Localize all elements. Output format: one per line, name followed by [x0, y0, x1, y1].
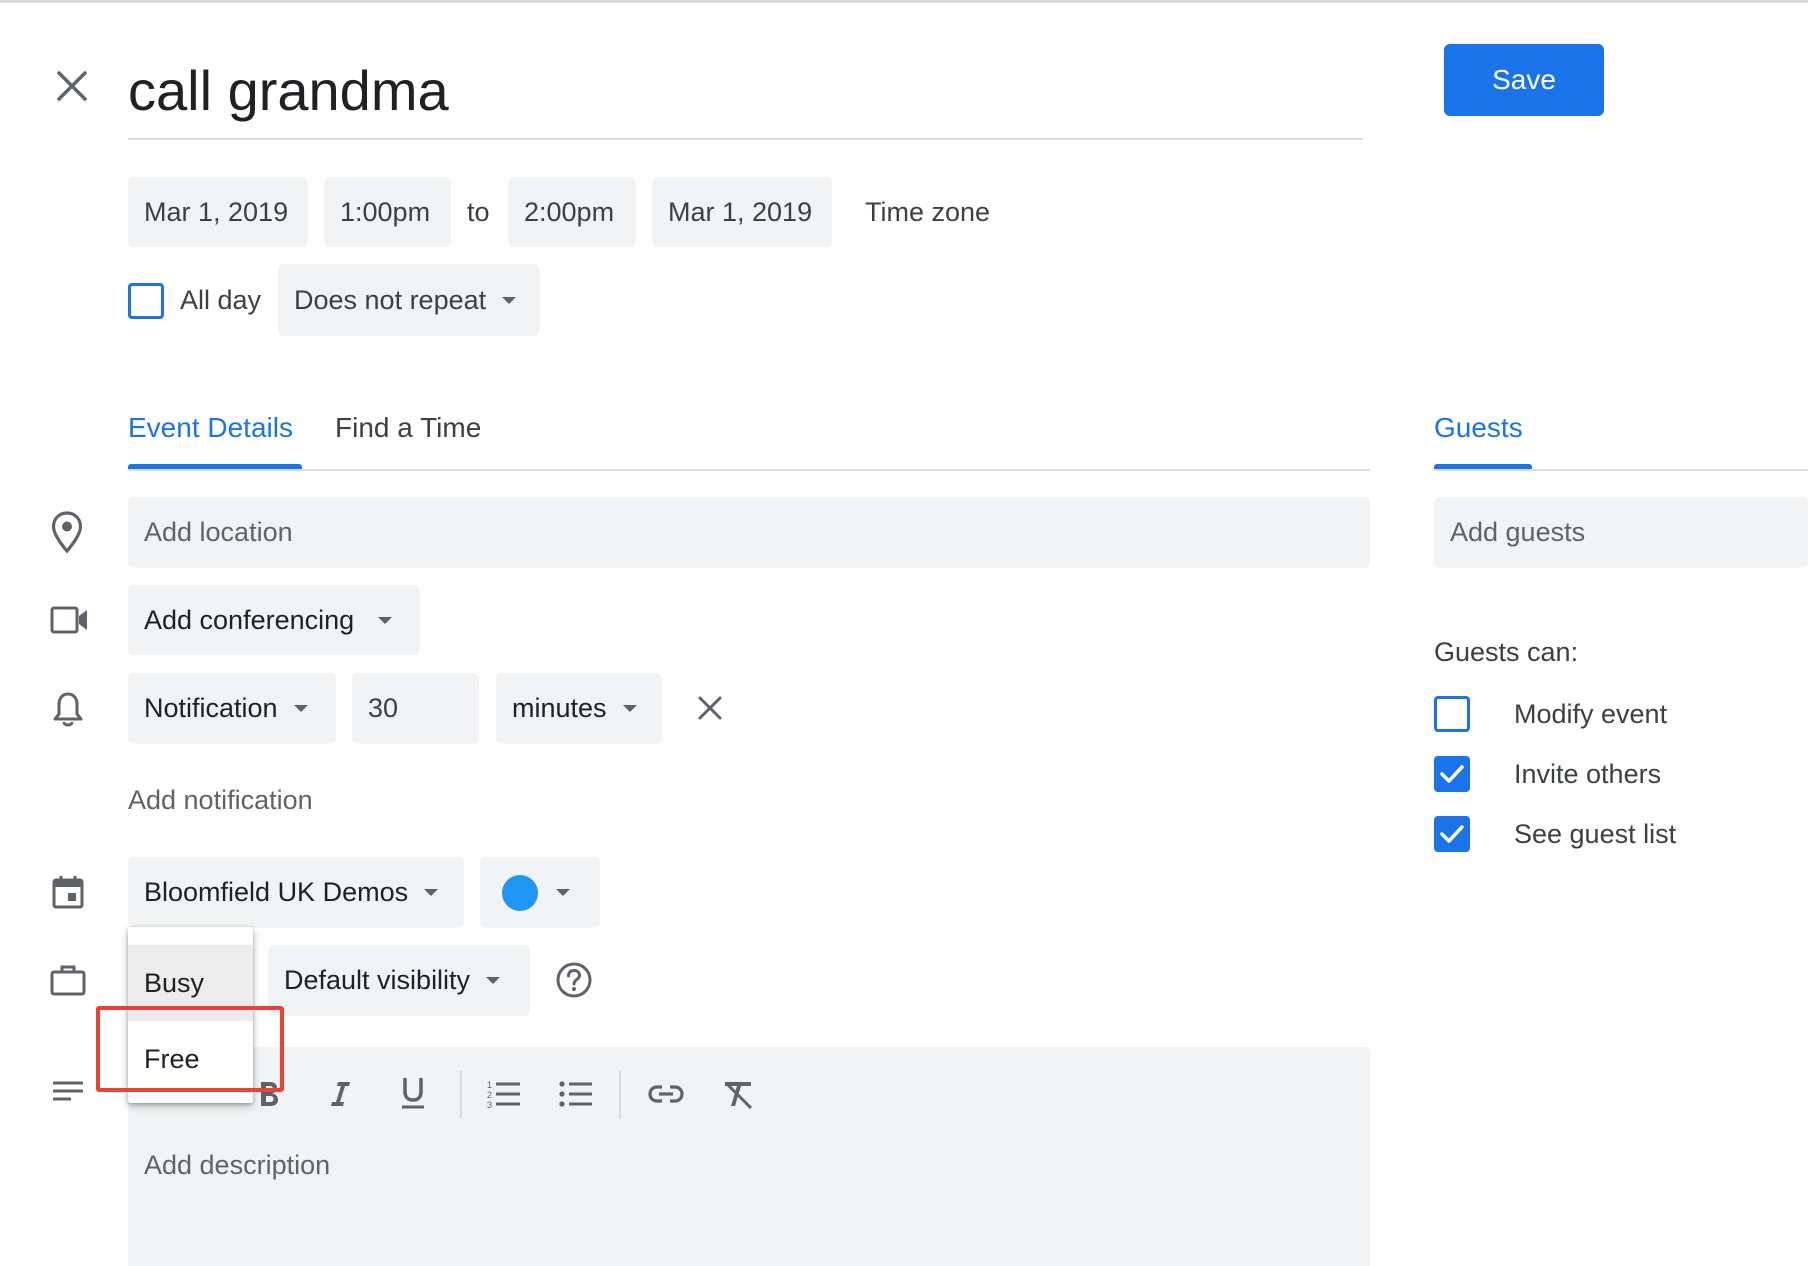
repeat-selected: Does not repeat: [294, 284, 487, 315]
conferencing-label: Add conferencing: [144, 604, 355, 635]
time-zone-button[interactable]: Time zone: [865, 177, 1025, 247]
description-placeholder: Add description: [144, 1150, 331, 1180]
close-icon: [57, 71, 87, 101]
notification-type-dropdown[interactable]: Notification: [128, 673, 336, 744]
calendar-name: Bloomfield UK Demos: [144, 877, 409, 907]
toolbar-separator: [460, 1071, 462, 1119]
checkmark-icon: [1440, 765, 1464, 783]
modify-event-label: Modify event: [1514, 698, 1668, 729]
tab-event-details[interactable]: Event Details: [128, 408, 302, 448]
add-notification-link[interactable]: Add notification: [128, 780, 388, 820]
remove-notification-button[interactable]: [688, 686, 732, 730]
see-guest-list-checkbox[interactable]: [1434, 816, 1470, 852]
video-camera-icon: [48, 600, 92, 640]
briefcase-icon: [48, 958, 88, 1002]
chevron-down-icon: [622, 705, 637, 712]
event-color-dropdown[interactable]: [480, 857, 600, 928]
chevron-down-icon: [424, 889, 439, 896]
visibility-dropdown[interactable]: Default visibility: [268, 945, 530, 1016]
guests-divider: [1434, 469, 1808, 471]
notification-value-input[interactable]: 30: [352, 673, 479, 744]
location-pin-icon: [44, 506, 90, 558]
notification-unit-dropdown[interactable]: minutes: [496, 673, 662, 744]
top-border: [0, 0, 1808, 3]
svg-text:1: 1: [487, 1080, 492, 1090]
link-button[interactable]: [644, 1072, 688, 1116]
chevron-down-icon: [293, 705, 308, 712]
event-title-input[interactable]: call grandma: [128, 42, 1363, 140]
clear-format-button[interactable]: [716, 1072, 760, 1116]
visibility-selected: Default visibility: [284, 965, 471, 995]
free-option-highlight: [96, 1006, 284, 1092]
all-day-label: All day: [180, 284, 262, 315]
calendar-icon: [48, 870, 88, 914]
numbered-list-icon: 1 2 3: [487, 1080, 520, 1110]
clear-format-icon: [725, 1082, 753, 1110]
location-input[interactable]: Add location: [128, 497, 1370, 568]
save-button[interactable]: Save: [1444, 44, 1604, 116]
svg-text:2: 2: [487, 1090, 492, 1100]
chevron-down-icon: [502, 296, 517, 304]
invite-others-checkbox[interactable]: [1434, 756, 1470, 792]
all-day-checkbox[interactable]: [128, 283, 164, 319]
italic-button[interactable]: [320, 1072, 360, 1116]
underline-button[interactable]: [392, 1070, 434, 1116]
chevron-down-icon: [486, 977, 501, 984]
end-time-picker[interactable]: 2:00pm: [508, 177, 636, 247]
help-button[interactable]: [552, 958, 596, 1002]
notification-unit: minutes: [512, 693, 607, 723]
svg-text:3: 3: [487, 1100, 492, 1110]
close-icon: [698, 696, 722, 720]
link-icon: [648, 1085, 684, 1103]
add-guests-input[interactable]: Add guests: [1434, 497, 1808, 568]
bullet-list-button[interactable]: [554, 1072, 598, 1116]
tab-guests[interactable]: Guests: [1434, 408, 1574, 448]
start-time-picker[interactable]: 1:00pm: [324, 177, 451, 247]
chevron-down-icon: [378, 616, 393, 624]
tab-find-a-time[interactable]: Find a Time: [335, 408, 495, 448]
numbered-list-button[interactable]: 1 2 3: [482, 1072, 526, 1116]
see-guest-list-label: See guest list: [1514, 818, 1677, 849]
close-button[interactable]: [36, 50, 108, 122]
underline-icon: [402, 1078, 424, 1109]
help-circle-icon: [556, 962, 592, 998]
toolbar-separator: [619, 1071, 621, 1119]
modify-event-checkbox[interactable]: [1434, 696, 1470, 732]
end-date-picker[interactable]: Mar 1, 2019: [652, 177, 832, 247]
bell-icon: [48, 686, 88, 732]
start-date-picker[interactable]: Mar 1, 2019: [128, 177, 308, 247]
bullet-list-icon: [559, 1081, 592, 1107]
event-color-swatch: [502, 874, 538, 911]
calendar-dropdown[interactable]: Bloomfield UK Demos: [128, 857, 464, 928]
repeat-dropdown[interactable]: Does not repeat: [278, 264, 540, 336]
notification-type: Notification: [144, 693, 278, 723]
chevron-down-icon: [556, 889, 570, 896]
event-title-text: call grandma: [128, 58, 449, 122]
guests-can-label: Guests can:: [1434, 637, 1579, 667]
add-conferencing-dropdown[interactable]: Add conferencing: [128, 585, 420, 655]
to-label: to: [467, 196, 490, 227]
tabs-divider: [128, 469, 1370, 471]
checkmark-icon: [1440, 825, 1464, 843]
italic-icon: [331, 1082, 350, 1106]
description-lines-icon: [48, 1074, 88, 1110]
invite-others-label: Invite others: [1514, 758, 1662, 789]
